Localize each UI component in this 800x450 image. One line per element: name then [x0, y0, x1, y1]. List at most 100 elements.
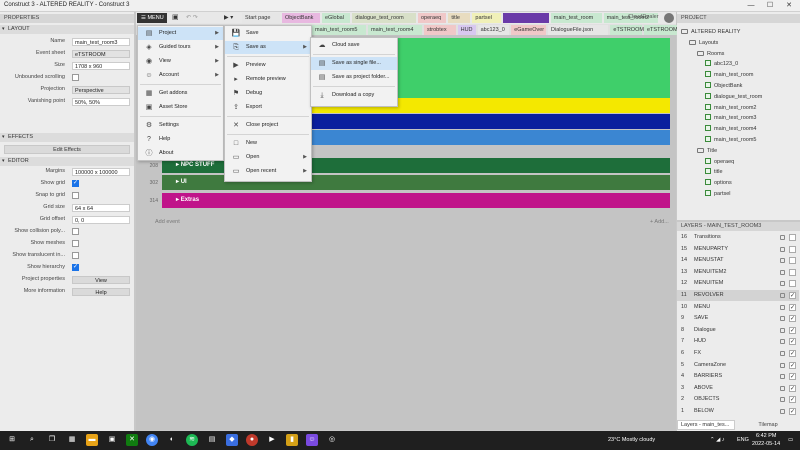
maximize-button[interactable]: ☐: [761, 1, 779, 11]
layout-tab[interactable]: [502, 13, 549, 23]
menu-item[interactable]: ☺ Account ▶: [138, 69, 223, 82]
property-value[interactable]: 1708 x 960: [72, 62, 130, 70]
cloud-user[interactable]: CloudDealer: [628, 14, 668, 23]
property-value[interactable]: 50%, 50%: [72, 98, 130, 106]
edge-icon[interactable]: ◐: [166, 434, 178, 446]
property-value[interactable]: 0, 0: [72, 216, 130, 224]
layout-tab[interactable]: title: [448, 13, 471, 23]
visibility-checkbox[interactable]: [789, 257, 796, 265]
menu-item[interactable]: ▤ Save as single file...: [311, 57, 397, 70]
layer-row[interactable]: 5 CameraZone ✓: [677, 360, 799, 371]
menu-item[interactable]: ▤ Project ▶: [138, 27, 223, 40]
misc-app-icon[interactable]: ◎: [326, 434, 338, 446]
notification-icon[interactable]: ▭: [788, 437, 793, 443]
visibility-checkbox[interactable]: ✓: [789, 303, 796, 311]
property-checkbox[interactable]: [72, 179, 79, 187]
property-checkbox[interactable]: [72, 252, 79, 259]
folder-icon[interactable]: ▮: [286, 434, 298, 446]
layout-tab[interactable]: strobtex: [424, 25, 456, 35]
property-value[interactable]: eTSTROOM: [72, 50, 130, 58]
layer-row[interactable]: 3 ABOVE ✓: [677, 383, 799, 394]
widgets-icon[interactable]: ▦: [66, 434, 78, 446]
tree-item[interactable]: ObjectBank: [705, 81, 742, 91]
menu-item[interactable]: ▭ Open recent ▶: [225, 165, 311, 178]
layer-row[interactable]: 7 HUD ✓: [677, 336, 799, 347]
menu-item[interactable]: ▸ Remote preview: [225, 73, 311, 86]
property-checkbox[interactable]: [72, 263, 79, 271]
lock-icon[interactable]: [780, 374, 785, 380]
menu-item[interactable]: ⎘ Save as ▶: [225, 41, 311, 54]
visibility-checkbox[interactable]: ✓: [789, 326, 796, 334]
lock-icon[interactable]: [780, 327, 785, 333]
menu-button[interactable]: ☰ MENU: [137, 13, 167, 23]
layout-tab[interactable]: main_test_room5: [312, 25, 366, 35]
property-value[interactable]: View: [72, 276, 130, 284]
property-checkbox[interactable]: [72, 74, 79, 81]
tree-item[interactable]: main_test_room3: [705, 113, 757, 123]
tree-item[interactable]: title: [705, 167, 723, 177]
menu-item[interactable]: ✕ Close project: [225, 119, 311, 132]
lock-icon[interactable]: [780, 293, 785, 298]
visibility-checkbox[interactable]: ✓: [789, 384, 796, 392]
record-icon[interactable]: ●: [246, 434, 258, 446]
layer-row[interactable]: 15 MENUPARTY: [677, 244, 799, 255]
lock-icon[interactable]: [780, 258, 785, 264]
tree-item[interactable]: main_test_room2: [705, 103, 757, 113]
layer-row[interactable]: 4 BARRIERS ✓: [677, 371, 799, 382]
menu-item[interactable]: ☁ Cloud save: [311, 39, 397, 52]
tree-item[interactable]: partsel: [705, 189, 731, 199]
menu-item[interactable]: ◈ Guided tours ▶: [138, 41, 223, 54]
construct-icon[interactable]: ◆: [226, 434, 238, 446]
visibility-checkbox[interactable]: [789, 234, 796, 241]
layout-tab[interactable]: dialogue_test_room: [352, 13, 416, 23]
media-icon[interactable]: ▶: [266, 434, 278, 446]
search-icon[interactable]: ⌕: [26, 434, 38, 446]
menu-item[interactable]: ⓘ About: [138, 147, 223, 160]
lock-icon[interactable]: [780, 269, 785, 275]
tree-item[interactable]: main_test_room4: [705, 124, 757, 134]
event-group[interactable]: ▸ Extras: [162, 193, 670, 208]
menu-item[interactable]: ⚑ Debug: [225, 87, 311, 100]
lock-icon[interactable]: [780, 351, 785, 356]
lock-icon[interactable]: [780, 385, 785, 391]
tree-item[interactable]: dialogue_test_room: [705, 92, 762, 102]
tab-layers[interactable]: Layers - main_tes...: [677, 420, 735, 430]
lock-icon[interactable]: [780, 235, 785, 240]
property-value[interactable]: main_test_room3: [72, 38, 130, 46]
layer-row[interactable]: 12 MENUITEM: [677, 278, 799, 289]
file-explorer-icon[interactable]: ▬: [86, 434, 98, 446]
layer-row[interactable]: 13 MENUITEM2: [677, 267, 799, 278]
tree-item[interactable]: ALTERED REALITY: [681, 27, 740, 37]
menu-item[interactable]: ▣ Asset Store: [138, 101, 223, 114]
menu-item[interactable]: ▤ Save as project folder...: [311, 71, 397, 84]
undo-redo-icons[interactable]: ↶ ↷: [186, 13, 216, 23]
tree-item[interactable]: Title: [697, 146, 717, 156]
visibility-checkbox[interactable]: ✓: [789, 373, 796, 381]
property-checkbox[interactable]: [72, 192, 79, 199]
layout-tab[interactable]: eTSTROOM: [610, 25, 644, 35]
menu-item[interactable]: □ New: [225, 137, 311, 150]
layout-tab[interactable]: DialogueFile.json: [548, 25, 609, 35]
tray-icons[interactable]: ⌃ ◢ ♪: [710, 437, 725, 443]
property-value[interactable]: 64 x 64: [72, 204, 130, 212]
lock-icon[interactable]: [780, 281, 785, 287]
spotify-icon[interactable]: ≋: [186, 434, 198, 446]
layout-tab[interactable]: eGameOver: [511, 25, 546, 35]
property-checkbox[interactable]: [72, 228, 79, 235]
layout-tab[interactable]: eTSTROOM2: [644, 25, 681, 35]
menu-item[interactable]: ⤓ Download a copy: [311, 89, 397, 102]
layout-tab[interactable]: eGlobal: [322, 13, 351, 23]
clock-date[interactable]: 2022-05-14: [752, 441, 780, 447]
menu-item[interactable]: ⚙ Settings: [138, 119, 223, 132]
visibility-checkbox[interactable]: ✓: [789, 292, 796, 299]
tree-item[interactable]: operaeq: [705, 157, 734, 167]
visibility-checkbox[interactable]: ✓: [789, 338, 796, 346]
layer-row[interactable]: 2 OBJECTS ✓: [677, 394, 799, 405]
layer-row[interactable]: 8 Dialogue ✓: [677, 325, 799, 336]
menu-item[interactable]: ? Help: [138, 133, 223, 146]
layer-row[interactable]: 6 FX ✓: [677, 348, 799, 359]
chrome-icon[interactable]: ◉: [146, 434, 158, 446]
lock-icon[interactable]: [780, 409, 785, 414]
xbox-icon[interactable]: ✕: [126, 434, 138, 446]
effects-section[interactable]: ▾ EFFECTS: [0, 133, 134, 142]
